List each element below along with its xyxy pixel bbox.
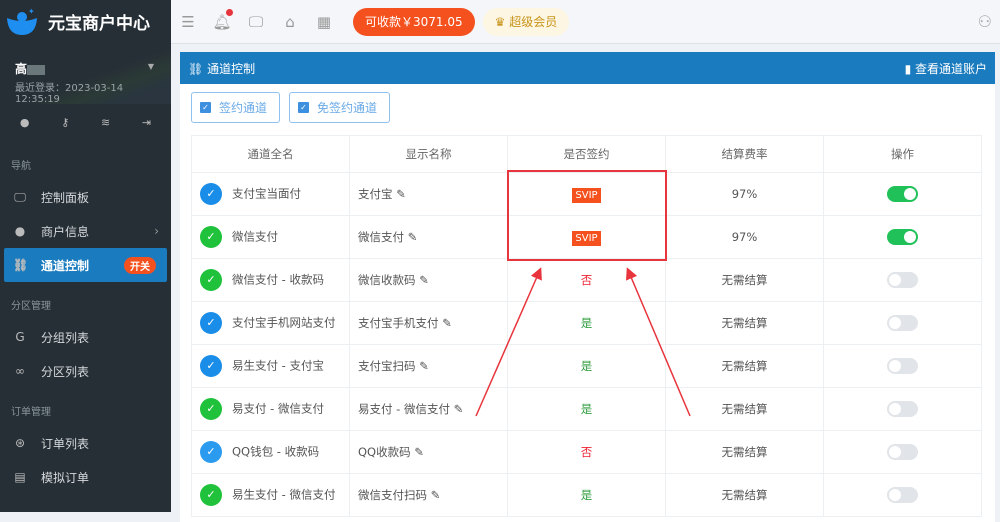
arrow-right [628, 270, 690, 416]
arrow-left [476, 270, 540, 416]
annotation-arrows [0, 0, 1000, 512]
